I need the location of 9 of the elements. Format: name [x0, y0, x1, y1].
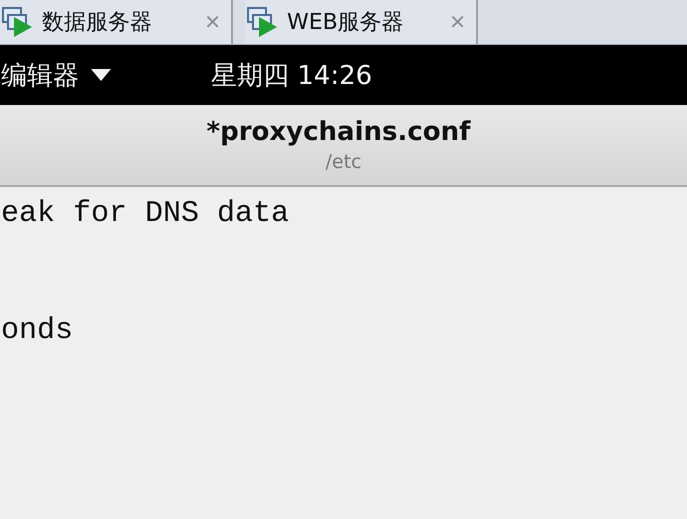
clock[interactable]: 星期四 14:26 [211, 58, 372, 92]
code-line: onds [1, 314, 74, 348]
file-path: /etc [326, 151, 362, 173]
tab[interactable]: 数据服务器 ✕ [0, 0, 233, 44]
code-line: eak for DNS data [1, 197, 290, 231]
app-menu[interactable]: 编辑器 [1, 58, 79, 92]
window-title: *proxychains.conf [206, 117, 470, 147]
tab[interactable]: WEB服务器 ✕ [245, 0, 478, 44]
dropdown-arrow-icon [91, 69, 111, 81]
